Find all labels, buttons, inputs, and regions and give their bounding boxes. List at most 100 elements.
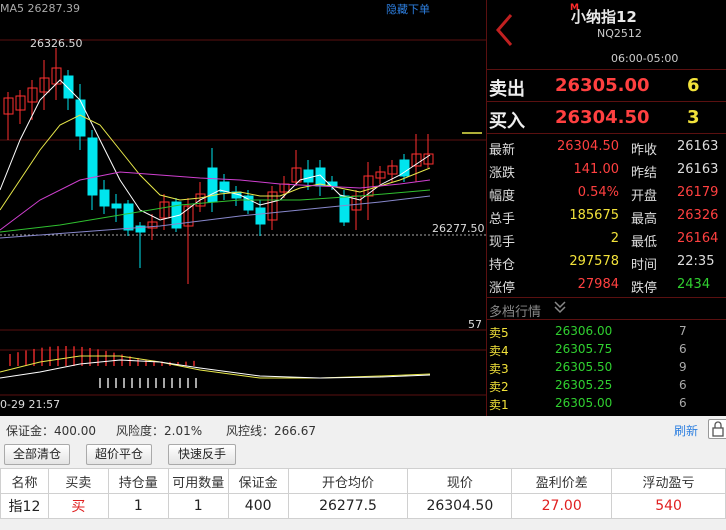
symbol-header: M 小纳指12 NQ2512 06:00-05:00	[487, 0, 726, 70]
candle-body	[255, 207, 266, 225]
depth-qty: 6	[679, 378, 687, 392]
quote-value: 2434	[677, 277, 711, 292]
depth-row[interactable]: 卖5 26306.00 7	[487, 322, 726, 340]
depth-header[interactable]: 多档行情	[487, 298, 726, 320]
table-row[interactable]: 指12 买 1 1 400 26277.5 26304.50 27.00 540	[0, 493, 726, 519]
trading-hours: 06:00-05:00	[611, 52, 679, 65]
margin-text: 保证金：400.00	[6, 424, 96, 438]
depth-qty: 6	[679, 342, 687, 356]
column-header[interactable]: 买卖	[47, 468, 109, 494]
table-cell: 400	[227, 493, 289, 519]
crosshair-time-label: 0-29 21:57	[0, 398, 61, 411]
column-header[interactable]: 现价	[407, 468, 513, 494]
back-button[interactable]	[493, 12, 515, 48]
depth-level: 卖1	[489, 398, 509, 412]
quote-key: 最高	[631, 212, 658, 227]
bid-row[interactable]: 买入 26304.50 3	[487, 102, 726, 134]
quote-row: 涨停 27984 跌停 2434	[487, 274, 726, 297]
quote-row: 涨跌 141.00 昨结 26163	[487, 159, 726, 182]
candle-body	[99, 189, 110, 207]
chevron-left-icon	[496, 14, 513, 46]
depth-level: 卖5	[489, 326, 509, 340]
depth-price: 26305.25	[555, 378, 613, 392]
column-header[interactable]: 开仓均价	[287, 468, 409, 494]
table-cell: 1	[167, 493, 229, 519]
candle-body	[123, 203, 134, 231]
depth-qty: 9	[679, 360, 687, 374]
depth-qty: 7	[679, 324, 687, 338]
candle-body	[207, 167, 218, 203]
ask-row[interactable]: 卖出 26305.00 6	[487, 70, 726, 102]
bid-price: 26304.50	[555, 107, 650, 128]
table-cell: 26304.50	[407, 493, 513, 519]
trade-panel: 保证金：400.00 风险度：2.01% 风控线：266.67 刷新 全部清仓 …	[0, 416, 726, 530]
risk-bar: 保证金：400.00 风险度：2.01% 风控线：266.67 刷新	[0, 416, 726, 442]
depth-row[interactable]: 卖4 26305.75 6	[487, 340, 726, 358]
quote-value: 26164	[677, 231, 719, 246]
kline-chart[interactable]: MA5 26287.39 隐藏下单 26326.50 26277.50 57 0…	[0, 0, 486, 416]
quote-key: 涨跌	[489, 166, 516, 181]
quote-key: 涨停	[489, 281, 516, 296]
column-header[interactable]: 保证金	[227, 468, 289, 494]
quote-key: 总手	[489, 212, 516, 227]
column-header[interactable]: 可用数量	[167, 468, 229, 494]
quote-key: 昨收	[631, 143, 658, 158]
quote-value: 0.54%	[577, 185, 619, 200]
candle-body	[111, 203, 122, 209]
depth-price: 26305.00	[555, 396, 613, 410]
candle-body	[303, 169, 314, 183]
quote-key: 最新	[489, 143, 516, 158]
depth-row[interactable]: 卖3 26305.50 9	[487, 358, 726, 376]
high-price-label: 26326.50	[30, 37, 83, 50]
quote-key: 开盘	[631, 189, 658, 204]
table-cell: 1	[107, 493, 169, 519]
depth-price: 26305.50	[555, 360, 613, 374]
depth-row[interactable]: 卖2 26305.25 6	[487, 376, 726, 394]
symbol-title: 小纳指12	[571, 8, 637, 26]
macd-dea-line	[0, 359, 431, 379]
refresh-button[interactable]: 刷新	[674, 422, 698, 439]
quote-value: 26163	[677, 139, 719, 154]
quote-value: 26326	[677, 208, 719, 223]
quote-value: 141.00	[573, 162, 620, 177]
ma-label: MA5 26287.39	[0, 2, 80, 15]
depth-price: 26306.00	[555, 324, 613, 338]
quote-row: 总手 185675 最高 26326	[487, 205, 726, 228]
depth-row[interactable]: 卖1 26305.00 6	[487, 394, 726, 412]
bid-qty: 3	[687, 107, 700, 128]
column-header[interactable]: 持仓量	[107, 468, 169, 494]
depth-level: 卖4	[489, 344, 509, 358]
kline-svg	[0, 39, 486, 396]
hide-order-button[interactable]: 隐藏下单	[386, 1, 430, 17]
depth-level: 卖3	[489, 362, 509, 376]
lock-button[interactable]	[708, 419, 726, 439]
close-all-button[interactable]: 全部清仓	[4, 444, 70, 465]
ask-price: 26305.00	[555, 75, 650, 96]
candle-body	[315, 167, 326, 187]
quote-value: 26163	[677, 162, 719, 177]
lock-icon	[712, 421, 724, 437]
bid-label: 买入	[489, 111, 525, 132]
quote-value: 26304.50	[556, 139, 619, 154]
depth-price: 26305.75	[555, 342, 613, 356]
risk-ratio-text: 风险度：2.01%	[116, 424, 203, 438]
quick-reverse-button[interactable]: 快速反手	[168, 444, 236, 465]
column-header[interactable]: 名称	[0, 468, 49, 494]
candle-body	[339, 195, 350, 223]
table-cell: 27.00	[511, 493, 613, 519]
volume-max-label: 57	[468, 318, 482, 331]
ask-label: 卖出	[489, 79, 525, 100]
positions-table: 名称 买卖 持仓量 可用数量 保证金 开仓均价 现价 盈利价差 浮动盈亏 指12 买 1 1 400 26…	[0, 468, 726, 519]
quote-key: 最低	[631, 235, 658, 250]
close-over-price-button[interactable]: 超价平仓	[86, 444, 152, 465]
candle-body	[63, 75, 74, 99]
column-header[interactable]: 浮动盈亏	[611, 468, 726, 494]
column-header[interactable]: 盈利价差	[511, 468, 613, 494]
quote-row: 现手 2 最低 26164	[487, 228, 726, 251]
quote-value: 27984	[577, 277, 619, 292]
quote-row: 最新 26304.50 昨收 26163	[487, 136, 726, 159]
ask-qty: 6	[687, 75, 700, 96]
low-price-label: 26277.50	[432, 222, 485, 235]
quote-value: 26179	[677, 185, 719, 200]
quote-value: 297578	[569, 254, 619, 269]
